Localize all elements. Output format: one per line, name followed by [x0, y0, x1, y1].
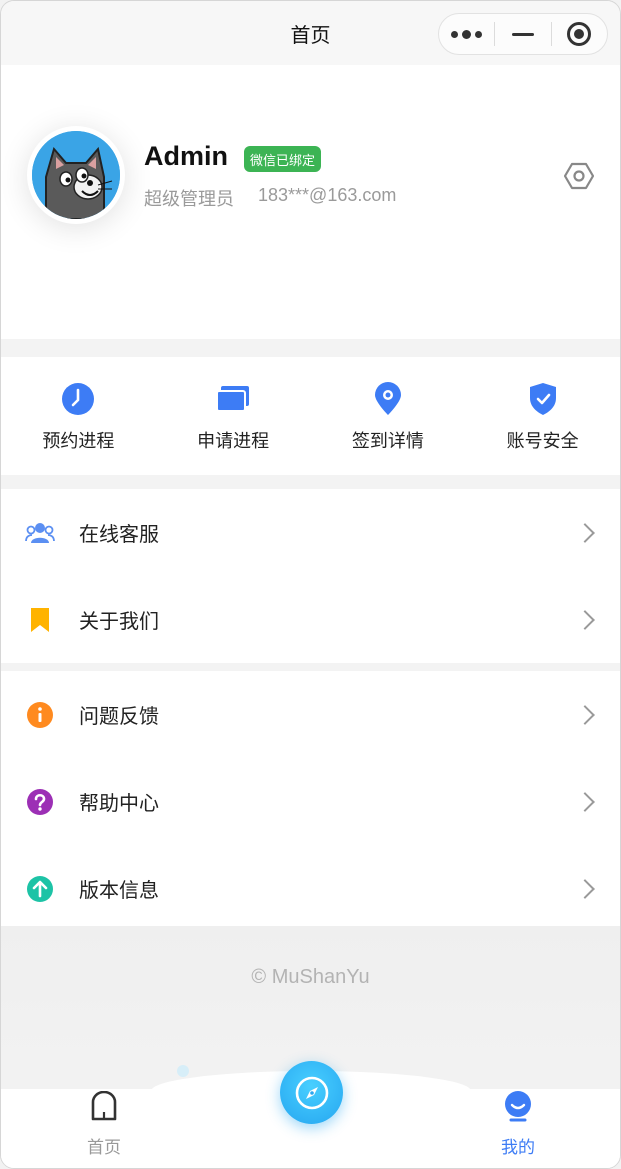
cat-avatar-icon	[32, 131, 120, 219]
quick-item-label: 账号安全	[506, 431, 579, 452]
wechat-bound-badge: 微信已绑定	[244, 146, 322, 172]
chevron-right-icon	[575, 704, 595, 725]
tab-mine[interactable]: 我的	[468, 1089, 568, 1168]
bookmark-icon	[25, 605, 55, 635]
location-pin-icon	[370, 381, 406, 417]
discover-button[interactable]	[280, 1061, 343, 1124]
page-title: 首页	[290, 22, 331, 47]
quick-actions: 预约进程 申请进程 签到详情 账号安全	[1, 357, 620, 475]
more-button[interactable]	[439, 14, 494, 54]
quick-item-appointment[interactable]: 预约进程	[1, 357, 156, 475]
tab-label: 首页	[87, 1138, 121, 1158]
info-icon	[25, 700, 55, 730]
compass-icon	[295, 1076, 328, 1109]
app-frame: 首页 Admin 微信已绑定 超级管理员 183***@163.com 预约进程…	[0, 0, 621, 1169]
menu-group-help: 问题反馈 帮助中心 版本信息	[1, 671, 620, 932]
menu-item-about-us[interactable]: 关于我们	[1, 576, 620, 663]
minimize-button[interactable]	[495, 14, 550, 54]
hexagon-settings-icon[interactable]	[563, 161, 595, 191]
quick-item-checkin[interactable]: 签到详情	[311, 357, 466, 475]
chevron-right-icon	[575, 878, 595, 899]
menu-item-feedback[interactable]: 问题反馈	[1, 671, 620, 758]
home-icon	[89, 1089, 119, 1123]
menu-item-label: 版本信息	[79, 878, 159, 902]
quick-item-label: 签到详情	[351, 431, 424, 452]
shield-check-icon	[525, 381, 561, 417]
menu-item-label: 在线客服	[79, 522, 159, 546]
menu-item-label: 帮助中心	[79, 791, 159, 815]
question-icon	[25, 787, 55, 817]
username: Admin	[144, 141, 228, 171]
menu-group-service: 在线客服 关于我们	[1, 489, 620, 663]
menu-item-version[interactable]: 版本信息	[1, 845, 620, 932]
cards-icon	[215, 381, 251, 417]
more-dots-icon	[451, 29, 483, 39]
quick-item-security[interactable]: 账号安全	[465, 357, 620, 475]
avatar[interactable]	[27, 126, 125, 224]
user-email: 183***@163.com	[258, 185, 397, 205]
menu-item-label: 关于我们	[79, 609, 159, 633]
user-icon	[503, 1089, 533, 1123]
profile-card: Admin 微信已绑定 超级管理员 183***@163.com	[1, 65, 620, 339]
tab-label: 我的	[501, 1138, 535, 1158]
tab-home[interactable]: 首页	[54, 1089, 154, 1168]
menu-item-help-center[interactable]: 帮助中心	[1, 758, 620, 845]
chevron-right-icon	[575, 609, 595, 630]
chevron-right-icon	[575, 522, 595, 543]
quick-item-label: 申请进程	[197, 431, 270, 452]
copyright-text: © MuShanYu	[251, 966, 370, 988]
close-button[interactable]	[552, 14, 607, 54]
target-circle-icon	[567, 22, 592, 46]
menu-item-online-service[interactable]: 在线客服	[1, 489, 620, 576]
quick-item-application[interactable]: 申请进程	[156, 357, 311, 475]
nav-bar: 首页	[1, 1, 620, 65]
quick-item-label: 预约进程	[42, 431, 115, 452]
minimize-icon	[511, 32, 534, 36]
chevron-right-icon	[575, 791, 595, 812]
mini-program-capsule	[438, 13, 608, 55]
user-role: 超级管理员	[144, 189, 234, 210]
arrow-up-icon	[25, 874, 55, 904]
menu-item-label: 问题反馈	[79, 704, 159, 728]
people-icon	[25, 518, 55, 548]
clock-icon	[60, 381, 96, 417]
decoration-dot	[177, 1065, 189, 1077]
